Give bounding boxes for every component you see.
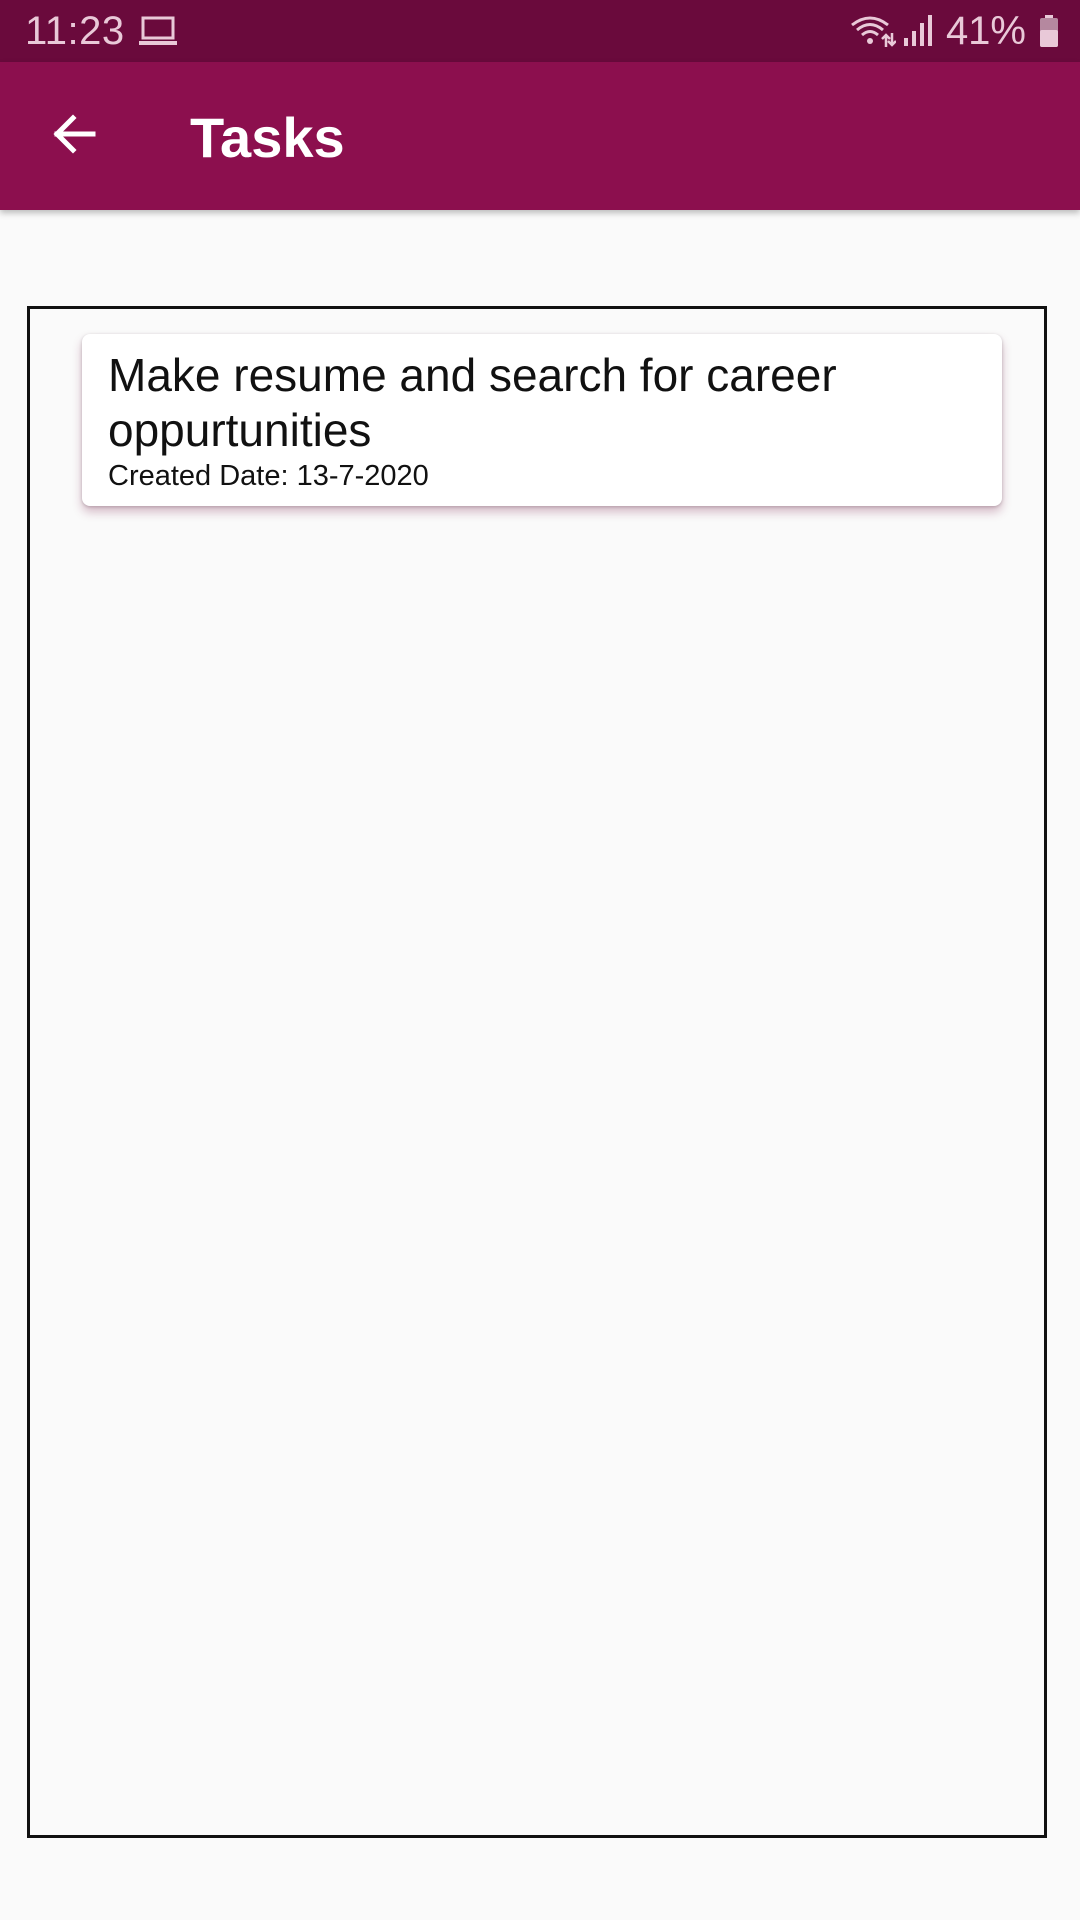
battery-icon [1038, 14, 1060, 48]
signal-icon [902, 14, 934, 48]
battery-percent: 41% [945, 9, 1026, 53]
task-created-date: Created Date: 13-7-2020 [108, 460, 429, 492]
status-time: 11:23 [25, 9, 125, 53]
task-list: Make resume and search for career oppurt… [27, 306, 1047, 1838]
laptop-icon [138, 14, 178, 48]
task-card[interactable]: Make resume and search for career oppurt… [82, 334, 1002, 506]
app-bar: Tasks [0, 62, 1080, 210]
task-title: Make resume and search for career oppurt… [108, 349, 837, 456]
status-bar: 11:23 41% [0, 0, 1080, 62]
wifi-icon [850, 13, 897, 49]
back-button[interactable] [34, 96, 114, 176]
page-title: Tasks [190, 106, 345, 169]
status-indicators: 41% [850, 8, 1060, 54]
arrow-back-icon [49, 109, 99, 164]
